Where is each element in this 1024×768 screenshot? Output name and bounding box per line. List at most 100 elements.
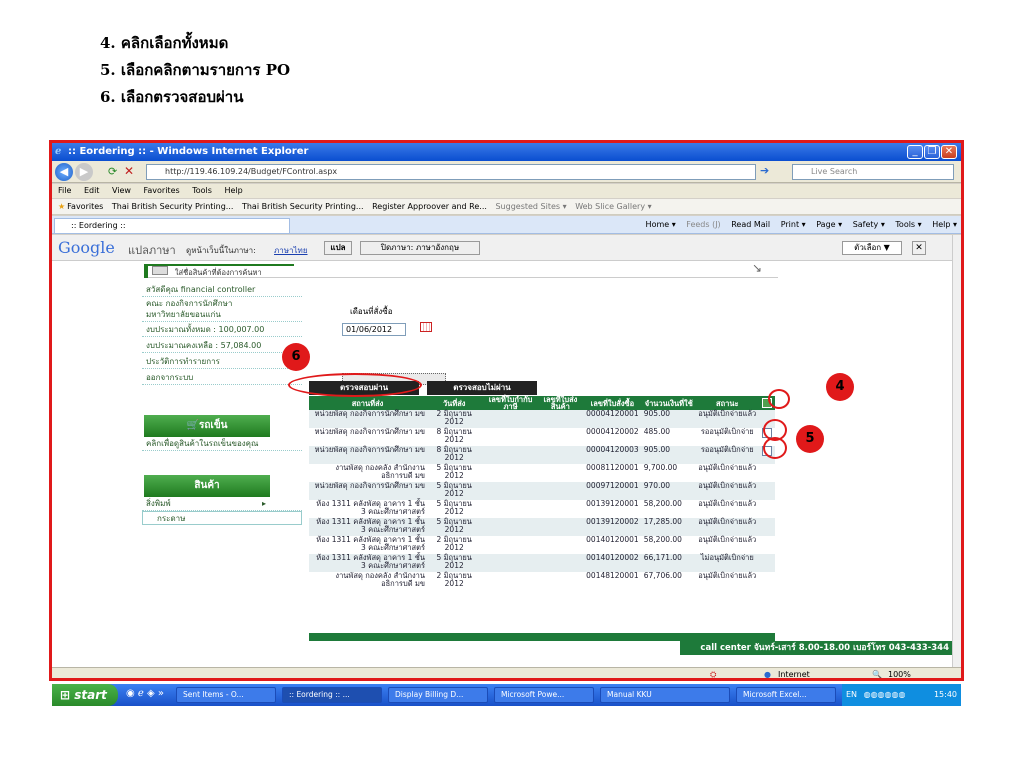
menu-view[interactable]: View (112, 186, 131, 195)
fav-link-4[interactable]: Suggested Sites ▾ (495, 202, 566, 211)
cell-amount: 58,200.00 (642, 500, 695, 518)
cell-delivery (538, 500, 583, 518)
cell-po: 00097120001 (582, 482, 643, 500)
cell-po: 00148120001 (582, 572, 643, 590)
order-date-input[interactable]: 01/06/2012 (342, 323, 406, 336)
taskbar-item-excel[interactable]: Microsoft Excel... (736, 687, 836, 703)
home-button[interactable]: Home ▾ (646, 220, 676, 229)
cell-place: ห้อง 1311 คลังพัสดุ อาคาร 1 ชั้น 3 คณะศึ… (309, 518, 427, 536)
start-button[interactable]: ⊞ start (52, 684, 118, 706)
callout-5-text: 5 (805, 431, 815, 446)
translate-label: แปลภาษา (128, 244, 176, 257)
language-indicator[interactable]: EN (846, 690, 857, 699)
calendar-icon[interactable] (420, 322, 432, 332)
fav-link-3[interactable]: Register Approover and Re... (372, 202, 487, 211)
minimize-button[interactable]: _ (907, 145, 923, 159)
cell-place: ห้อง 1311 คลังพัสดุ อาคาร 1 ชั้น 3 คณะศึ… (309, 500, 427, 518)
feeds-button[interactable]: Feeds (J) (686, 220, 720, 229)
search-icon[interactable]: ↘ (752, 261, 762, 275)
page-scrollbar[interactable] (952, 235, 961, 667)
close-button[interactable]: ✕ (941, 145, 957, 159)
stop-icon[interactable]: ✕ (124, 164, 134, 178)
taskbar-item-manual[interactable]: Manual KKU (600, 687, 730, 703)
taskbar-item-eordering[interactable]: :: Eordering :: ... (282, 687, 382, 703)
refresh-icon[interactable]: ⟳ (108, 165, 117, 178)
table-row: หน่วยพัสดุ กองกิจการนักศึกษา มข 5 มิถุนา… (309, 482, 775, 500)
cell-amount: 17,285.00 (642, 518, 695, 536)
call-center-text: call center จันทร์-เสาร์ 8.00-18.00 เบอร… (700, 643, 949, 653)
cell-delivery (538, 518, 583, 536)
cell-po: 00081120001 (582, 464, 643, 482)
favorites-button[interactable]: Favorites (67, 202, 103, 211)
cell-po: 00139120002 (582, 518, 643, 536)
quicklaunch-icons[interactable]: ◉ ℯ ◈ » (126, 688, 164, 699)
col-place: สถานที่ส่ง (309, 396, 427, 410)
turn-off-button[interactable]: ปิดภาษา: ภาษาอังกฤษ (360, 241, 480, 255)
cell-amount: 905.00 (642, 446, 695, 464)
cart-link[interactable]: คลิกเพื่อดูสินค้าในรถเข็นของคุณ (142, 437, 302, 451)
command-bar: Home ▾ Feeds (J) Read Mail Print ▾ Page … (638, 216, 957, 234)
menu-help[interactable]: Help (224, 186, 242, 195)
zoom-icon[interactable]: 🔍 (872, 668, 882, 678)
ie-icon: ℯ (55, 146, 62, 157)
menu-tools[interactable]: Tools (192, 186, 212, 195)
verify-fail-button[interactable]: ตรวจสอบไม่ผ่าน (427, 381, 537, 395)
tray-icons[interactable]: ◍◍◍◍◍◍ (864, 690, 906, 699)
maximize-button[interactable]: ❐ (924, 145, 940, 159)
sidebar-total-budget: งบประมาณทั้งหมด : 100,007.00 (142, 323, 302, 337)
star-icon: ★ (58, 202, 66, 211)
callout-4-text: 4 (835, 379, 845, 394)
read-mail-button[interactable]: Read Mail (731, 220, 770, 229)
forward-icon[interactable]: ▶ (75, 163, 93, 181)
options-button[interactable]: ตัวเลือก ▼ (842, 241, 902, 255)
product-item-print[interactable]: สิ่งพิมพ์ ▸ (142, 497, 302, 511)
url-input[interactable]: http://119.46.109.24/Budget/FControl.asp… (146, 164, 756, 180)
page-button[interactable]: Page ▾ (816, 220, 842, 229)
cell-date: 5 มิถุนายน 2012 (426, 500, 483, 518)
back-icon[interactable]: ◀ (55, 163, 73, 181)
cell-delivery (538, 482, 583, 500)
taskbar-item-billing[interactable]: Display Billing D... (388, 687, 488, 703)
cell-place: หน่วยพัสดุ กองกิจการนักศึกษา มข (309, 446, 427, 464)
cell-status: อนุมัติเบิกจ่ายแล้ว (694, 410, 760, 428)
zoom-level[interactable]: 100% (888, 668, 911, 678)
go-icon[interactable]: ➔ (760, 164, 769, 177)
safety-button[interactable]: Safety ▾ (853, 220, 885, 229)
table-row: หน่วยพัสดุ กองกิจการนักศึกษา มข 8 มิถุนา… (309, 428, 775, 446)
cell-invoice (482, 572, 539, 590)
windows-flag-icon: ⊞ (60, 688, 71, 702)
close-translate-icon[interactable]: ✕ (912, 241, 926, 255)
sidebar-history-link[interactable]: ประวัติการทำรายการ (142, 355, 302, 369)
table-row: งานพัสดุ กองคลัง สำนักงานอธิการบดี มข 5 … (309, 464, 775, 482)
taskbar-item-outlook[interactable]: Sent Items - O... (176, 687, 276, 703)
cell-delivery (538, 536, 583, 554)
help-button[interactable]: Help ▾ (932, 220, 957, 229)
product-item-paper[interactable]: กระดาษ (142, 511, 302, 525)
print-button[interactable]: Print ▾ (781, 220, 806, 229)
cell-select (759, 500, 775, 518)
live-search-placeholder: Live Search (811, 167, 858, 176)
order-date-value: 01/06/2012 (346, 325, 393, 334)
menu-favorites[interactable]: Favorites (144, 186, 180, 195)
instruction-step-5: 5. เลือกคลิกตามรายการ PO (100, 61, 291, 79)
callout-badge-4: 4 (826, 373, 854, 401)
taskbar-item-powerpoint[interactable]: Microsoft Powe... (494, 687, 594, 703)
product-item-print-label: สิ่งพิมพ์ (146, 499, 171, 508)
sidebar-logout-link[interactable]: ออกจากระบบ (142, 371, 302, 385)
order-month-label: เดือนที่สั่งซื้อ (350, 307, 393, 316)
menu-file[interactable]: File (58, 186, 71, 195)
fav-link-5[interactable]: Web Slice Gallery ▾ (575, 202, 651, 211)
table-row: งานพัสดุ กองคลัง สำนักงานอธิการบดี มข 2 … (309, 572, 775, 590)
tools-button[interactable]: Tools ▾ (895, 220, 921, 229)
fav-link-2[interactable]: Thai British Security Printing... (242, 202, 364, 211)
cell-place: หน่วยพัสดุ กองกิจการนักศึกษา มข (309, 428, 427, 446)
language-select[interactable]: ภาษาไทย (274, 244, 308, 257)
window-titlebar: ℯ :: Eordering :: - Windows Internet Exp… (52, 143, 961, 161)
cell-amount: 58,200.00 (642, 536, 695, 554)
fav-link-1[interactable]: Thai British Security Printing... (112, 202, 234, 211)
page-content: ใส่ชื่อสินค้าที่ต้องการค้นหา ↘ สวัสดีคุณ… (52, 261, 952, 667)
live-search-input[interactable]: Live Search (792, 164, 954, 180)
tab-eordering[interactable]: :: Eordering :: (54, 218, 290, 233)
translate-button[interactable]: แปล (324, 241, 352, 255)
menu-edit[interactable]: Edit (84, 186, 100, 195)
